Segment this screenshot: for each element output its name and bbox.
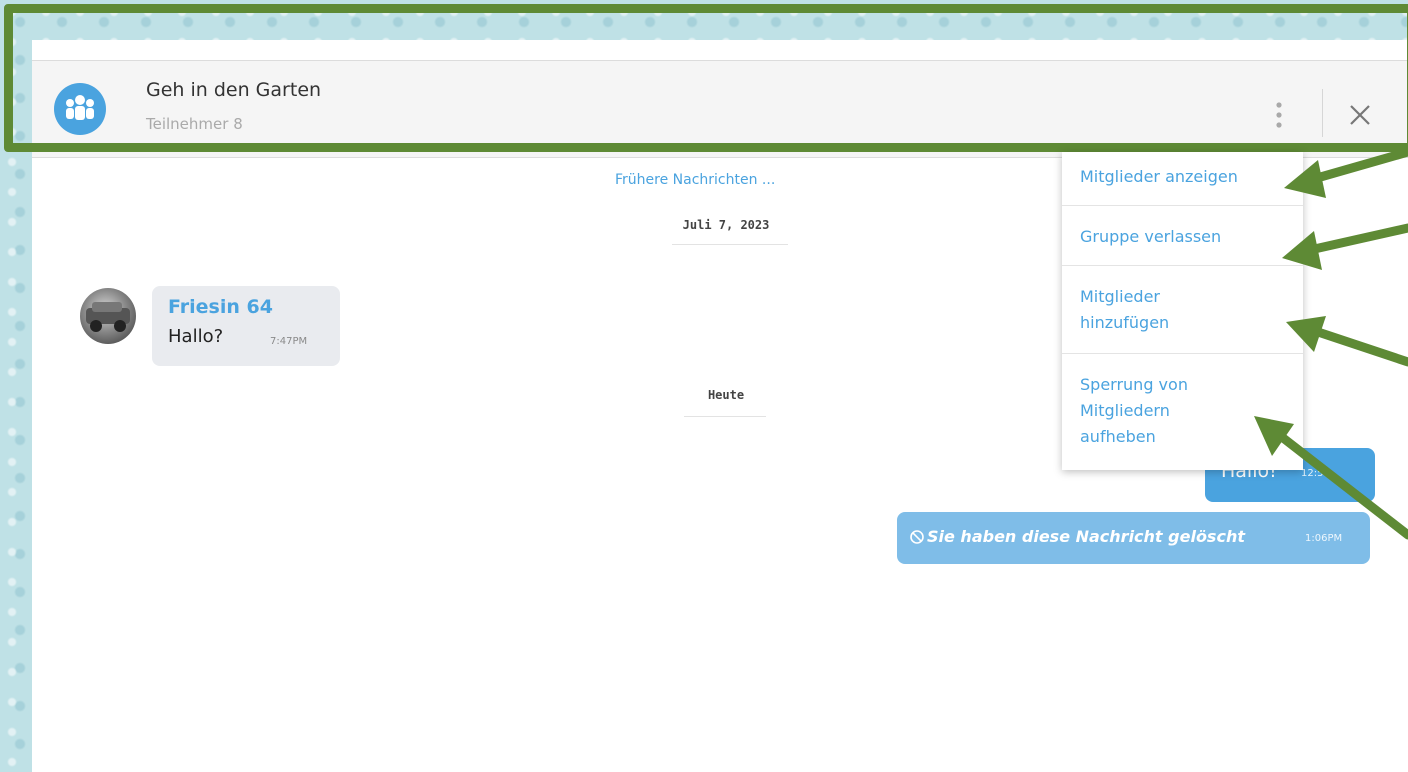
group-icon	[54, 83, 106, 135]
message-text: Sie haben diese Nachricht gelöscht	[927, 527, 1245, 546]
deleted-message: Sie haben diese Nachricht gelöscht 1:06P…	[897, 512, 1370, 564]
participant-count: Teilnehmer 8	[146, 115, 243, 133]
date-separator: Juli 7, 2023	[682, 218, 770, 232]
message-time: 1:06PM	[1305, 533, 1343, 544]
blocked-icon	[910, 530, 924, 544]
message-time: 12:5	[1301, 468, 1324, 479]
sender-name[interactable]: Friesin 64	[168, 296, 273, 318]
message-time: 7:47PM	[270, 336, 308, 347]
incoming-message: Friesin 64 Hallo? 7:47PM	[152, 286, 340, 366]
more-vertical-icon[interactable]	[1264, 95, 1294, 135]
message-text: Hallo?	[168, 326, 224, 347]
earlier-messages-link[interactable]: Frühere Nachrichten ...	[615, 172, 775, 188]
close-icon[interactable]	[1342, 97, 1378, 133]
date-divider	[672, 244, 788, 245]
chat-header: Geh in den Garten Teilnehmer 8	[32, 60, 1408, 158]
group-name: Geh in den Garten	[146, 79, 322, 101]
options-menu: Mitglieder anzeigen Gruppe verlassen Mit…	[1062, 152, 1303, 470]
menu-item-leave-group[interactable]: Gruppe verlassen	[1062, 206, 1303, 266]
avatar[interactable]	[80, 288, 136, 344]
menu-item-unblock-members[interactable]: Sperrung von Mitgliedern aufheben	[1062, 354, 1303, 470]
header-divider	[1322, 89, 1323, 137]
date-divider	[684, 416, 766, 417]
menu-item-add-members[interactable]: Mitglieder hinzufügen	[1062, 266, 1303, 354]
date-separator: Heute	[707, 388, 745, 402]
menu-item-show-members[interactable]: Mitglieder anzeigen	[1062, 152, 1303, 206]
